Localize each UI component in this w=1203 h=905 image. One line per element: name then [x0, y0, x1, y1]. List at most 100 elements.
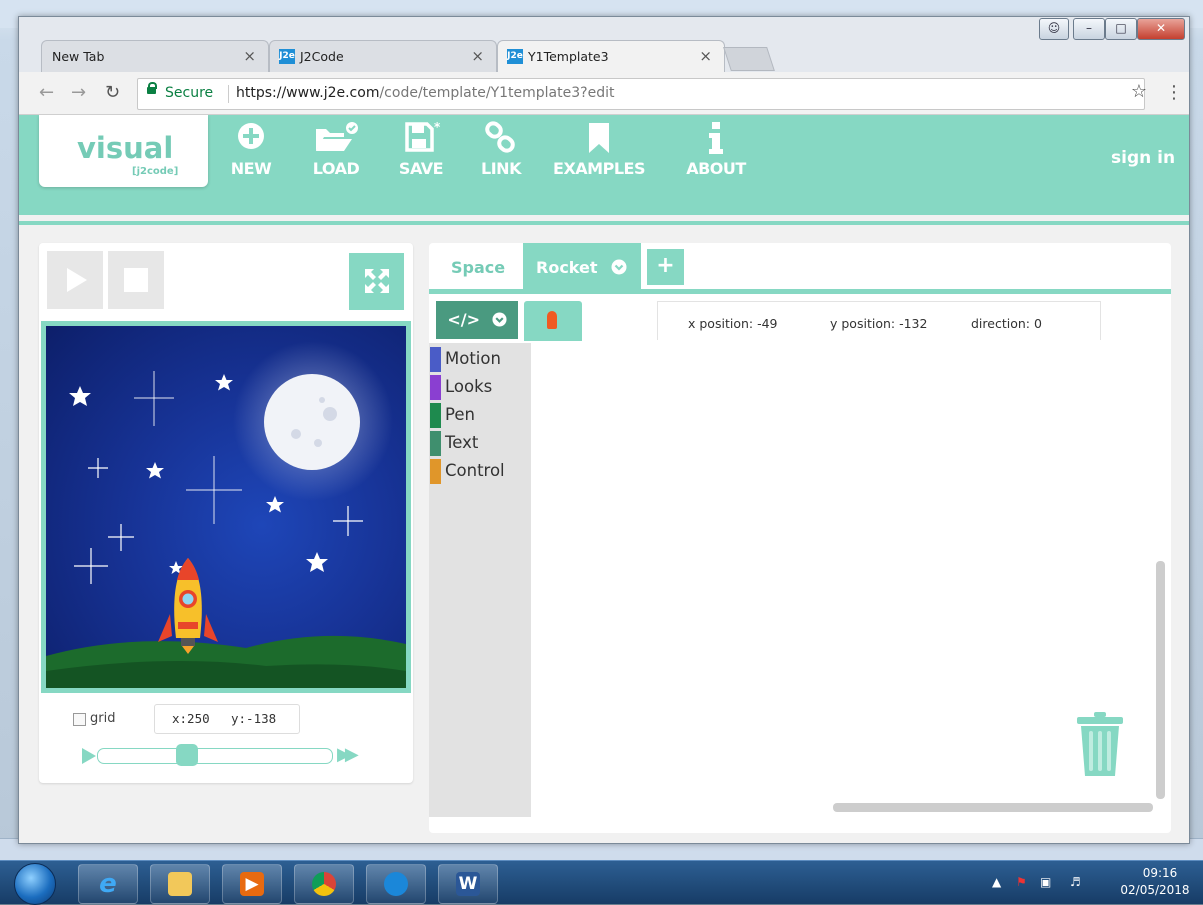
url-host: https://www.j2e.com [236, 85, 380, 101]
stop-button[interactable] [108, 251, 164, 309]
close-icon[interactable]: × [699, 47, 712, 65]
mouse-coordinate-readout: x:250 y:-138 [154, 704, 300, 734]
windows-taskbar: e ▶ W ▲ ⚑ ▣ ♬ 09:16 02/05/2018 [0, 860, 1203, 905]
block-category-palette: Motion Looks Pen Text Control [429, 343, 531, 817]
stage-frame [41, 321, 411, 693]
code-workspace[interactable] [531, 343, 1151, 803]
stage-panel: grid x:250 y:-138 ▶▶ [39, 243, 413, 783]
category-label: Text [445, 433, 479, 452]
link-icon [461, 121, 541, 155]
new-tab-button[interactable] [723, 47, 775, 71]
volume-icon[interactable]: ♬ [1070, 875, 1081, 889]
url-text[interactable]: https://www.j2e.com/code/template/Y1temp… [236, 85, 614, 101]
back-arrow-icon[interactable]: ← [39, 82, 54, 103]
speed-slider[interactable] [97, 744, 333, 766]
clock-date[interactable]: 02/05/2018 [1110, 883, 1200, 897]
bookmark-star-icon[interactable]: ☆ [1131, 81, 1147, 102]
taskbar-chrome[interactable] [294, 864, 354, 904]
maximize-button[interactable]: □ [1105, 18, 1137, 40]
word-icon: W [456, 872, 480, 896]
code-panel: Space Rocket + </> x position: -49 y pos… [429, 243, 1171, 833]
nav-save-button[interactable]: * SAVE [381, 120, 461, 178]
nav-label: LOAD [312, 159, 360, 178]
nav-link-button[interactable]: LINK [461, 121, 541, 178]
taskbar-internet-explorer[interactable]: e [78, 864, 138, 904]
expand-arrows-icon [364, 269, 389, 293]
nav-about-button[interactable]: ABOUT [676, 121, 756, 178]
sign-in-link[interactable]: sign in [1111, 148, 1175, 168]
forward-arrow-icon[interactable]: → [71, 82, 86, 103]
horizontal-scrollbar[interactable] [833, 803, 1153, 812]
visual-j2code-logo[interactable]: visual [j2code] [39, 115, 208, 187]
stage-canvas[interactable] [46, 326, 406, 688]
nav-load-button[interactable]: LOAD [296, 121, 376, 178]
tab-space[interactable]: Space [451, 243, 505, 289]
start-button[interactable] [14, 863, 56, 905]
nav-examples-button[interactable]: EXAMPLES [551, 121, 647, 178]
tab-rocket-label: Rocket [536, 258, 598, 277]
tab-j2code[interactable]: J2e J2Code × [269, 40, 497, 72]
taskbar-media-player[interactable]: ▶ [222, 864, 282, 904]
chevron-down-circle-icon[interactable] [611, 259, 627, 275]
info-icon [676, 121, 756, 155]
code-view-toggle[interactable]: </> [436, 301, 518, 339]
category-swatch [430, 431, 441, 456]
user-profile-icon[interactable]: ☺ [1039, 18, 1069, 40]
app-icon [384, 872, 408, 896]
sprite-y-position: y position: -132 [830, 316, 928, 331]
media-player-icon: ▶ [240, 872, 264, 896]
tray-expand-icon[interactable]: ▲ [992, 875, 1001, 889]
nav-label: NEW [230, 159, 272, 178]
costume-button[interactable] [524, 301, 582, 341]
category-swatch [430, 375, 441, 400]
category-label: Pen [445, 405, 475, 424]
add-sprite-button[interactable]: + [647, 249, 684, 285]
slow-speed-icon [82, 748, 96, 764]
nav-label: LINK [481, 159, 521, 178]
trash-icon[interactable] [1074, 711, 1126, 779]
rocket-sprite[interactable] [156, 554, 220, 654]
tab-new-tab[interactable]: New Tab × [41, 40, 269, 72]
category-label: Control [445, 461, 505, 480]
taskbar-file-explorer[interactable] [150, 864, 210, 904]
category-swatch [430, 403, 441, 428]
tab-y1template3[interactable]: J2e Y1Template3 × [497, 40, 725, 72]
close-icon[interactable]: × [471, 47, 484, 65]
play-button[interactable] [47, 251, 103, 309]
taskbar-app-blue[interactable] [366, 864, 426, 904]
window-close-button[interactable]: ✕ [1137, 18, 1185, 40]
clock-time[interactable]: 09:16 [1120, 866, 1200, 880]
fullscreen-button[interactable] [349, 253, 404, 310]
category-control[interactable]: Control [429, 457, 531, 484]
nav-label: ABOUT [686, 159, 746, 178]
action-center-flag-icon[interactable]: ⚑ [1016, 875, 1027, 889]
minimize-button[interactable]: – [1073, 18, 1105, 40]
folder-open-icon [296, 121, 376, 155]
speed-slider-thumb[interactable] [176, 744, 198, 766]
category-looks[interactable]: Looks [429, 373, 531, 400]
j2e-favicon-icon: J2e [279, 49, 295, 64]
browser-menu-icon[interactable]: ⋮ [1165, 82, 1183, 103]
category-pen[interactable]: Pen [429, 401, 531, 428]
taskbar-word[interactable]: W [438, 864, 498, 904]
grid-checkbox[interactable] [73, 713, 86, 726]
url-path: /code/template/Y1template3?edit [379, 85, 615, 101]
category-motion[interactable]: Motion [429, 345, 531, 372]
tab-title: New Tab [52, 49, 105, 64]
close-icon[interactable]: × [243, 47, 256, 65]
coord-y: y:-138 [231, 711, 277, 726]
rocket-icon [547, 311, 557, 329]
nav-label: EXAMPLES [553, 159, 645, 178]
floppy-icon: * [381, 120, 461, 155]
address-bar[interactable]: Secure https://www.j2e.com/code/template… [137, 78, 1147, 110]
vertical-scrollbar[interactable] [1156, 561, 1165, 799]
grid-label: grid [90, 711, 116, 726]
logo-sub-text: [j2code] [132, 166, 179, 177]
network-icon[interactable]: ▣ [1040, 875, 1051, 889]
tab-rocket[interactable]: Rocket [523, 243, 641, 289]
logo-main-text: visual [77, 131, 174, 165]
reload-icon[interactable]: ↻ [105, 82, 120, 103]
tab-title: Y1Template3 [528, 49, 609, 64]
category-text[interactable]: Text [429, 429, 531, 456]
nav-new-button[interactable]: NEW [211, 121, 291, 178]
